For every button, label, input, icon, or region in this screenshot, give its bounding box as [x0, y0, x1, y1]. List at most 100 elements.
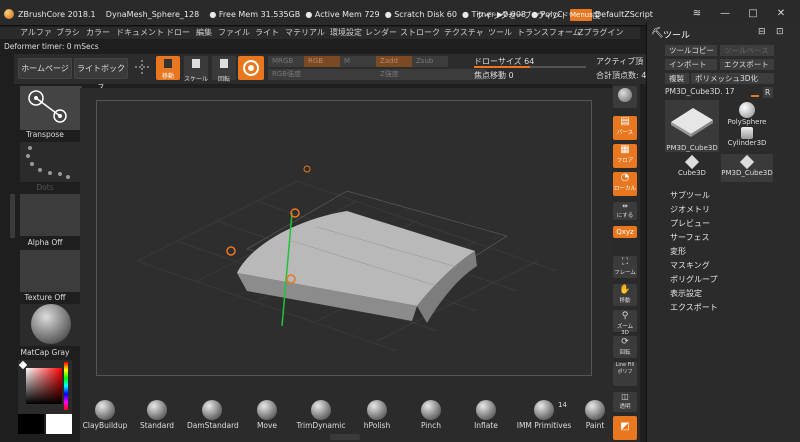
subpalette-subtool[interactable]: サブツール — [670, 190, 710, 201]
menu-preferences[interactable]: 環境設定 — [330, 27, 362, 38]
export-button[interactable]: エクスポート — [720, 59, 774, 70]
panel-close-icon[interactable]: ⊟ — [758, 27, 766, 37]
brush-pinch[interactable]: Pinch — [406, 398, 456, 430]
draw-size-bar[interactable] — [474, 66, 586, 68]
menu-tool[interactable]: ツール — [488, 27, 512, 38]
menu-document[interactable]: ドキュメント — [116, 27, 164, 38]
close-icon[interactable]: ✕ — [774, 8, 788, 20]
clone-button[interactable]: 複製 — [665, 73, 689, 84]
color-picker[interactable] — [18, 360, 72, 414]
secondary-color-swatch[interactable] — [18, 414, 44, 434]
brush-hpolish[interactable]: hPolish — [352, 398, 402, 430]
maximize-icon[interactable]: □ — [746, 8, 760, 20]
floor-button[interactable]: ▦ フロア — [613, 144, 637, 168]
brush-paint[interactable]: Paint — [574, 398, 616, 430]
menu-edit[interactable]: 編集 — [196, 27, 212, 38]
menu-texture[interactable]: テクスチャ — [444, 27, 484, 38]
left-collapse-handle[interactable] — [10, 194, 15, 238]
menus-button[interactable]: Menus — [570, 9, 593, 21]
brush-damstandard[interactable]: DamStandard — [187, 398, 239, 430]
color-saturation-square[interactable] — [26, 368, 62, 404]
tool-thumb-polysphere[interactable]: PolySphere Cylinder3D — [721, 100, 773, 152]
menu-draw[interactable]: ドロー — [166, 27, 190, 38]
mrgb-toggle[interactable]: MRGB — [268, 56, 304, 67]
frame-button[interactable]: ⛶ フレーム — [613, 256, 637, 278]
transpose-handle-left[interactable] — [226, 246, 236, 256]
subpalette-preview[interactable]: プレビュー — [670, 218, 710, 229]
menu-material[interactable]: マテリアル — [285, 27, 325, 38]
perspective-button[interactable]: ▤ パース — [613, 116, 637, 140]
current-tool-slider[interactable]: PM3D_Cube3D. 17 — [665, 86, 763, 98]
xyz-button[interactable]: Qxyz — [613, 226, 637, 238]
quicksave-button[interactable]: クイックセーブ — [476, 11, 532, 20]
subpalette-surface[interactable]: サーフェス — [670, 232, 710, 243]
linefill-button[interactable]: Line Fill ポリフ — [613, 362, 637, 386]
make-polymesh-button[interactable]: ポリメッシュ3D化 — [691, 73, 774, 84]
zoom3d-button[interactable]: ⚲ ズーム3D — [613, 310, 637, 336]
rgb-intensity-slider[interactable]: RGB強度 — [268, 69, 376, 80]
rotate-view-button[interactable]: ⟳ 回転 — [613, 336, 637, 358]
alpha-tile[interactable] — [20, 194, 82, 236]
zadd-toggle[interactable]: Zadd — [376, 56, 412, 67]
z-intensity-slider[interactable]: Z強度 — [376, 69, 486, 80]
gizmo-toggle-icon[interactable] — [130, 56, 154, 80]
transpose-tile[interactable] — [20, 86, 82, 130]
panel-popout-icon[interactable]: ⊡ — [776, 27, 784, 37]
brush-move[interactable]: Move — [242, 398, 292, 430]
zsub-toggle[interactable]: Zsub — [412, 56, 448, 67]
document-canvas[interactable] — [96, 100, 592, 376]
menu-file[interactable]: ファイル — [218, 27, 250, 38]
hue-slider[interactable] — [64, 362, 68, 410]
scale-button[interactable]: スケール — [184, 56, 208, 83]
main-color-swatch[interactable] — [46, 414, 72, 434]
minimize-icon[interactable]: — — [718, 8, 732, 20]
subpalette-masking[interactable]: マスキング — [670, 260, 710, 271]
texture-label: Texture Off — [24, 293, 66, 302]
copy-tool-button[interactable]: ツールコピー — [665, 45, 717, 56]
m-toggle[interactable]: M — [340, 56, 376, 67]
subpalette-deformation[interactable]: 変形 — [670, 246, 686, 257]
brush-bar-scroll-handle[interactable] — [330, 434, 360, 440]
menu-stroke[interactable]: ストローク — [400, 27, 440, 38]
rgb-toggle[interactable]: RGB — [304, 56, 340, 67]
edit-button[interactable]: 移動 — [156, 56, 180, 80]
layout-icon[interactable]: ≋ — [690, 8, 704, 20]
tool-thumb-cube3d[interactable]: Cube3D — [665, 154, 719, 182]
menu-alpha[interactable]: アルファ — [20, 27, 52, 38]
lightbox-button[interactable]: ライトボックス — [74, 58, 128, 92]
brush-claybuildup[interactable]: ClayBuildup — [80, 398, 130, 430]
subpalette-display-properties[interactable]: 表示設定 — [670, 288, 702, 299]
r-button[interactable]: R — [763, 87, 773, 98]
menu-zplugin[interactable]: Zプラグイン — [578, 27, 623, 38]
draw-mode-button[interactable] — [238, 56, 264, 80]
menu-brush[interactable]: ブラシ — [56, 27, 80, 38]
subpalette-polygroups[interactable]: ポリグループ — [670, 274, 718, 285]
brush-trimdynamic[interactable]: TrimDynamic — [296, 398, 346, 430]
subpalette-export[interactable]: エクスポート — [670, 302, 718, 313]
panel-pin-icon[interactable]: ⛏ — [651, 28, 664, 39]
brush-inflate[interactable]: Inflate — [461, 398, 511, 430]
default-script-button[interactable]: DefaultZScript — [595, 10, 653, 19]
brush-standard[interactable]: Standard — [132, 398, 182, 430]
stroke-dots-tile[interactable] — [20, 142, 82, 182]
menu-render[interactable]: レンダー — [365, 27, 397, 38]
transparent-button[interactable]: ◫ 透明 — [613, 392, 637, 412]
symmetry-button[interactable]: ⇹ にする — [613, 202, 637, 220]
rotate-button[interactable]: 回転 — [212, 56, 236, 83]
paste-tool-button[interactable]: ツールペースト — [720, 45, 774, 66]
solo-button[interactable]: ◩ — [613, 416, 637, 440]
move-view-button[interactable]: ✋ 移動 — [613, 284, 637, 306]
local-button[interactable]: ◔ ローカル — [613, 172, 637, 196]
focal-shift-slider[interactable]: 焦点移動 0 — [474, 70, 514, 81]
tool-thumb-pm3d-cube[interactable]: PM3D_Cube3D — [665, 100, 719, 152]
menu-light[interactable]: ライト — [255, 27, 279, 38]
bpr-render-button[interactable] — [613, 86, 637, 108]
subpalette-geometry[interactable]: ジオメトリ — [670, 204, 710, 215]
texture-tile[interactable] — [20, 250, 82, 292]
material-tile[interactable] — [20, 304, 82, 346]
home-page-button[interactable]: ホームページ — [18, 58, 72, 79]
import-button[interactable]: インポート — [665, 59, 717, 70]
tool-thumb-pm3d-cube-2[interactable]: PM3D_Cube3D — [721, 154, 773, 182]
menu-transform[interactable]: トランスフォーム — [517, 27, 581, 38]
menu-color[interactable]: カラー — [86, 27, 110, 38]
